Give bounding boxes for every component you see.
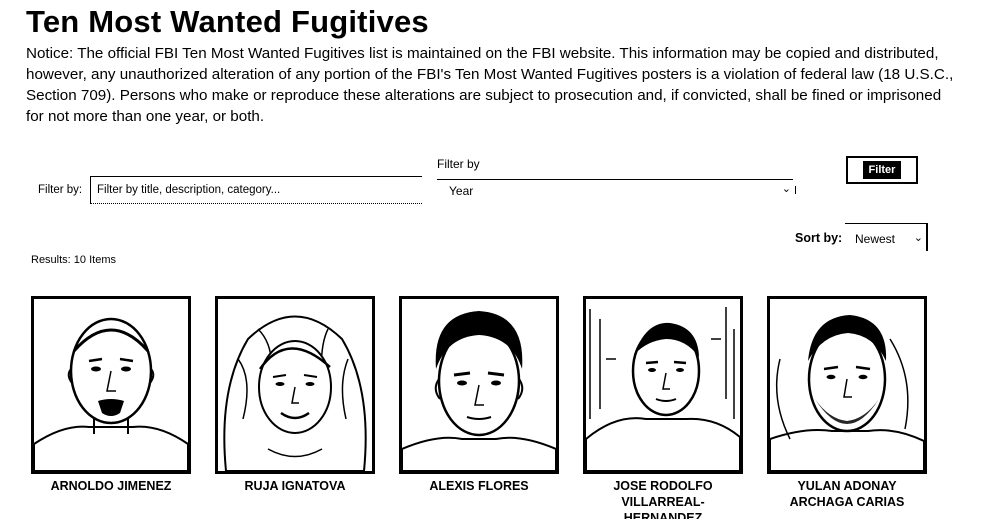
year-filter-caption: Filter by [437, 157, 480, 171]
fugitive-photo[interactable] [767, 296, 927, 474]
fugitive-name[interactable]: ALEXIS FLORES [399, 478, 559, 494]
fugitive-photo[interactable] [215, 296, 375, 474]
fugitive-name[interactable]: YULAN ADONAY ARCHAGA CARIAS [767, 478, 927, 510]
fugitive-photo[interactable] [399, 296, 559, 474]
filter-label: Filter by: [38, 184, 83, 196]
chevron-down-icon: ⌄ [913, 232, 923, 244]
fugitive-card[interactable]: ARNOLDO JIMENEZ [31, 296, 191, 494]
fugitive-name[interactable]: RUJA IGNATOVA [215, 478, 375, 494]
sort-label: Sort by: [795, 231, 843, 245]
fugitive-card[interactable]: ALEXIS FLORES [399, 296, 559, 494]
results-count: Results: 10 Items [31, 254, 116, 266]
year-select-value: Year [449, 184, 474, 198]
page: Ten Most Wanted Fugitives Notice: The of… [0, 0, 1000, 519]
fugitive-photo[interactable] [583, 296, 743, 474]
sort-select[interactable]: Newest ⌄ [845, 223, 928, 251]
notice-text: Notice: The official FBI Ten Most Wanted… [26, 45, 954, 125]
fugitive-photo[interactable] [31, 296, 191, 474]
filter-button[interactable]: Filter [846, 156, 918, 184]
filter-input[interactable] [90, 176, 422, 204]
fugitive-card[interactable]: RUJA IGNATOVA [215, 296, 375, 494]
page-title: Ten Most Wanted Fugitives [26, 4, 429, 39]
filter-button-label: Filter [862, 161, 902, 179]
fugitive-card[interactable]: YULAN ADONAY ARCHAGA CARIAS [767, 296, 927, 510]
fugitive-name[interactable]: JOSE RODOLFO VILLARREAL-HERNANDEZ [583, 478, 743, 519]
chevron-down-icon: ⌄ [781, 183, 791, 195]
sort-select-value: Newest [855, 232, 896, 246]
divider [795, 186, 796, 194]
fugitive-card[interactable]: JOSE RODOLFO VILLARREAL-HERNANDEZ [583, 296, 743, 519]
year-select[interactable]: Year ⌄ [437, 179, 793, 201]
fugitive-name[interactable]: ARNOLDO JIMENEZ [31, 478, 191, 494]
